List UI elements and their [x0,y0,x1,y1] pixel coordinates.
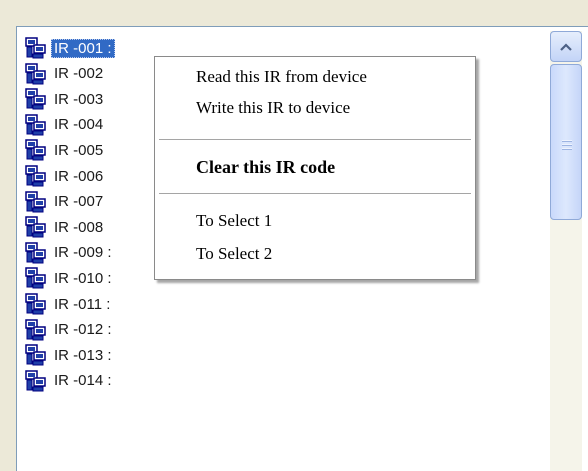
ir-list-item[interactable]: IR -001 : [25,37,115,59]
network-computers-icon [25,190,47,213]
context-menu: Read this IR from device Write this IR t… [154,56,476,280]
ir-list-item[interactable]: IR -007 [25,190,106,213]
ir-list-item[interactable]: IR -014 : [25,370,115,392]
ir-item-label: IR -013 : [54,346,112,364]
ir-item-label: IR -005 [54,141,104,159]
menu-item-clear-ir[interactable]: Clear this IR code [196,157,335,178]
network-computers-icon [25,165,47,187]
ir-list-item[interactable]: IR -002 [25,62,106,85]
ir-item-label: IR -012 : [54,321,112,339]
network-computers-icon [25,37,47,59]
ir-item-label: IR -004 [54,116,104,134]
ir-list-item[interactable]: IR -008 [25,216,106,238]
scroll-up-button[interactable] [550,31,582,62]
network-computers-icon [25,139,47,161]
ir-list-item[interactable]: IR -012 : [25,318,115,341]
network-computers-icon [25,370,47,392]
network-computers-icon [25,114,47,136]
vertical-scrollbar[interactable] [550,31,582,471]
ir-list-item[interactable]: IR -006 [25,165,106,187]
menu-separator [159,193,471,194]
ir-list-item[interactable]: IR -004 [25,114,106,136]
ir-item-label: IR -007 [54,193,104,211]
menu-item-read-ir[interactable]: Read this IR from device [196,67,367,87]
ir-item-label: IR -006 [54,167,104,185]
ir-item-label: IR -009 : [54,244,112,262]
scrollbar-thumb[interactable] [550,64,582,220]
menu-item-to-select-1[interactable]: To Select 1 [196,211,272,231]
network-computers-icon [25,242,47,264]
menu-separator [159,139,471,140]
ir-item-label: IR -014 : [54,372,112,390]
menu-item-to-select-2[interactable]: To Select 2 [196,244,272,264]
ir-list-item[interactable]: IR -011 : [25,293,113,315]
network-computers-icon [25,344,47,366]
ir-list-item[interactable]: IR -005 [25,139,106,161]
menu-item-write-ir[interactable]: Write this IR to device [196,98,350,118]
network-computers-icon [25,318,47,341]
ir-list-item[interactable]: IR -009 : [25,242,115,264]
network-computers-icon [25,62,47,85]
ir-item-label: IR -008 [54,218,104,236]
ir-list-item[interactable]: IR -003 [25,88,106,110]
network-computers-icon [25,293,47,315]
ir-item-label: IR -010 : [54,269,112,287]
ir-item-label: IR -002 [54,65,104,83]
ir-list-item[interactable]: IR -010 : [25,267,115,289]
network-computers-icon [25,216,47,238]
ir-item-label: IR -001 : [51,38,115,58]
ir-item-label: IR -011 : [54,295,111,313]
ir-item-label: IR -003 [54,90,104,108]
network-computers-icon [25,267,47,289]
network-computers-icon [25,88,47,110]
ir-list-item[interactable]: IR -013 : [25,344,115,366]
chevron-up-icon [560,42,572,51]
thumb-grip-icon [562,140,572,150]
